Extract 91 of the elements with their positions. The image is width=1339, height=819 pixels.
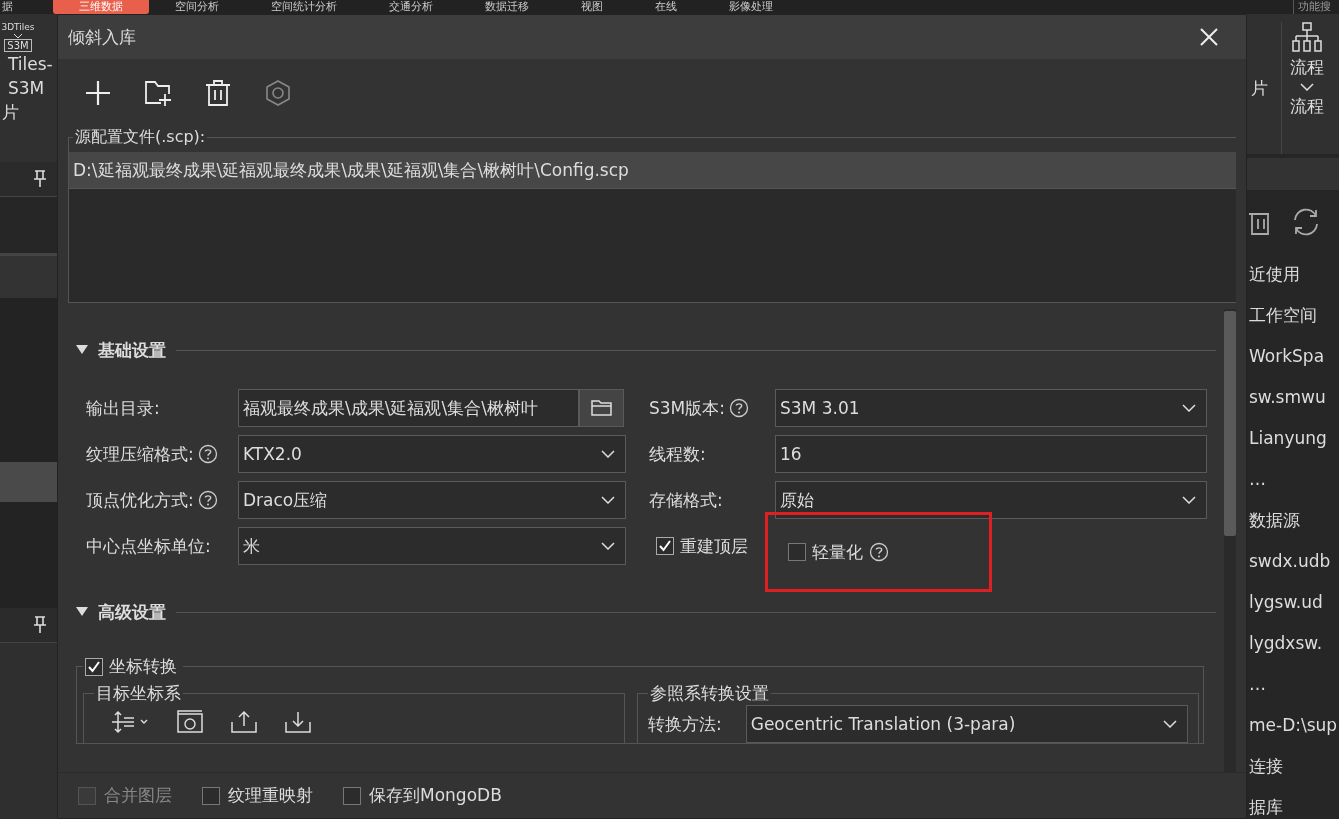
ribbon-button[interactable]: 流程 [1290,56,1324,79]
field-label: 纹理压缩格式: [86,442,194,466]
ribbon-group-label: 流程 [1290,95,1324,118]
trash-icon[interactable] [204,79,232,107]
ribbon-label: 片 [2,101,20,124]
checkbox-label: 重建顶层 [680,534,748,558]
tree-item[interactable]: sw.smwu [1247,377,1339,418]
checkbox-label: 合并图层 [104,784,172,807]
checkbox[interactable] [343,786,361,805]
globe-frame-icon[interactable] [176,710,204,734]
file-list-item[interactable]: D:\延福观最终成果\延福观最终成果\成果\延福观\集合\楸树叶\Config.scp [69,152,1236,189]
tree-item[interactable]: 数据源 [1247,500,1339,541]
ribbon-label: 片 [1250,77,1269,100]
group-title: 目标坐标系 [95,682,182,705]
tree-item[interactable]: swdx.udb [1247,541,1339,582]
tree-item[interactable]: lygdxsw. [1247,623,1339,664]
chevron-icon[interactable] [1300,83,1314,91]
pin-icon[interactable] [33,616,47,634]
chevron-icon [601,496,615,504]
collapse-icon[interactable] [76,607,88,617]
checkbox[interactable] [202,786,220,805]
help-icon[interactable] [869,542,889,562]
menu-tab[interactable]: 影像处理 [703,0,799,14]
menu-tab[interactable]: 据 [2,0,13,14]
tree-item[interactable]: 据库 [1247,787,1339,819]
checkbox[interactable] [656,537,674,555]
dropdown[interactable]: Geocentric Translation (3-para) [745,705,1188,743]
browse-button[interactable] [579,389,624,427]
field-label: 存储格式: [649,488,723,512]
input-field[interactable]: 16 [775,435,1207,473]
chevron-icon [601,542,615,550]
menu-tab[interactable]: 空间分析 [149,0,245,14]
menu-tab[interactable]: 交通分析 [363,0,459,14]
ribbon-label: Tiles- [7,53,54,76]
tree-item[interactable]: WorkSpa [1247,336,1339,377]
section-title: 高级设置 [98,600,166,624]
dropdown[interactable]: 米 [238,527,626,565]
export-icon[interactable] [230,710,258,734]
tree-item[interactable]: lygsw.ud [1247,582,1339,623]
field-label: 输出目录: [86,396,160,420]
import-icon[interactable] [284,710,312,734]
chevron-icon [601,450,615,458]
checkbox-label: 坐标转换 [109,655,177,678]
scrollbar[interactable] [1224,309,1236,772]
field-label: 转换方法: [648,712,722,736]
chevron-icon [1163,720,1177,728]
menu-tab[interactable]: 空间统计分析 [245,0,363,14]
checkbox-label: 保存到MongoDB [369,784,502,807]
dropdown[interactable]: 原始 [775,481,1207,519]
swap-icon[interactable] [110,710,150,734]
window-title: 倾斜入库 [68,25,136,49]
add-folder-icon[interactable] [144,79,172,107]
folder-icon [590,399,613,417]
tree-item[interactable]: me-D:\sup [1247,705,1339,746]
menu-tab[interactable]: 数据迁移 [459,0,555,14]
checkbox-label: 轻量化 [812,540,863,564]
checkbox[interactable] [85,657,103,676]
help-icon[interactable] [729,398,749,418]
tree-item[interactable]: 工作空间 [1247,295,1339,336]
group-title: 参照系转换设置 [649,682,770,705]
collapse-icon[interactable] [76,345,88,355]
add-icon[interactable] [84,79,112,107]
chevron-icon [1182,404,1196,412]
tree-item[interactable]: … [1247,664,1339,705]
chevron-icon [1182,496,1196,504]
section-title: 基础设置 [98,338,166,362]
tree-item[interactable]: Lianyung [1247,418,1339,459]
ribbon-label: S3M [7,77,46,100]
tree-item[interactable]: … [1247,459,1339,500]
search-field[interactable]: 功能搜 [1293,0,1335,14]
checkbox-label: 纹理重映射 [228,784,313,807]
field-label: S3M版本: [649,396,725,420]
refresh-icon[interactable] [1291,207,1321,237]
field-label: 线程数: [649,442,706,466]
dropdown[interactable]: KTX2.0 [238,435,626,473]
input-field[interactable]: 福观最终成果\成果\延福观\集合\楸树叶 [238,389,579,427]
help-icon[interactable] [197,490,218,510]
checkbox[interactable] [788,543,806,561]
group-title: 源配置文件(.scp): [74,127,207,148]
close-icon[interactable] [1200,28,1218,46]
pin-icon[interactable] [33,170,47,188]
menu-tab[interactable]: 视图 [555,0,629,14]
dropdown[interactable]: S3M 3.01 [775,389,1207,427]
field-label: 中心点坐标单位: [86,534,211,558]
help-icon[interactable] [197,444,218,464]
field-label: 顶点优化方式: [86,488,194,512]
dropdown[interactable]: Draco压缩 [238,481,626,519]
hierarchy-icon[interactable] [1292,22,1322,52]
tree-item[interactable]: 连接 [1247,746,1339,787]
tree-item[interactable]: 近使用 [1247,254,1339,295]
menu-tab[interactable]: 在线 [629,0,703,14]
